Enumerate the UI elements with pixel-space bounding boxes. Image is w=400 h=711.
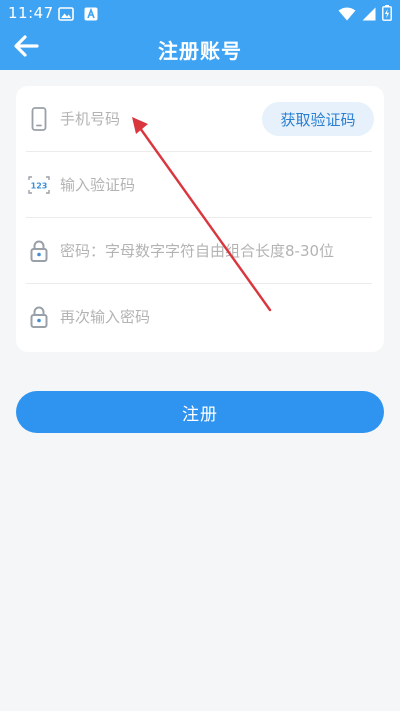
- image-icon: [58, 6, 74, 25]
- register-form-card: 获取验证码 123: [16, 86, 384, 352]
- status-bar: 11:47: [0, 0, 400, 26]
- verify-code-input[interactable]: [60, 170, 260, 200]
- confirm-password-row: [26, 284, 372, 350]
- lock-icon: [28, 239, 50, 263]
- svg-text:123: 123: [31, 182, 48, 191]
- battery-charging-icon: [382, 5, 392, 25]
- wifi-icon: [338, 6, 356, 25]
- phone-input[interactable]: [60, 104, 260, 134]
- phone-row: 获取验证码: [26, 86, 374, 152]
- page-title: 注册账号: [158, 39, 242, 63]
- register-button[interactable]: 注册: [16, 391, 384, 433]
- verify-code-row: 123: [26, 152, 372, 218]
- password-row: [26, 218, 372, 284]
- title-bar: 注册账号: [0, 26, 400, 70]
- password-input[interactable]: [60, 236, 360, 266]
- app-header: 11:47 注册账号: [0, 0, 400, 70]
- lock-icon: [28, 305, 50, 329]
- status-time: 11:47: [8, 4, 54, 22]
- code-123-icon: 123: [28, 173, 50, 197]
- a-badge-icon: [84, 6, 98, 25]
- confirm-password-input[interactable]: [60, 302, 260, 332]
- phone-icon: [28, 107, 50, 131]
- status-right-icons: [338, 5, 392, 25]
- get-code-button[interactable]: 获取验证码: [262, 102, 374, 136]
- signal-icon: [362, 6, 376, 25]
